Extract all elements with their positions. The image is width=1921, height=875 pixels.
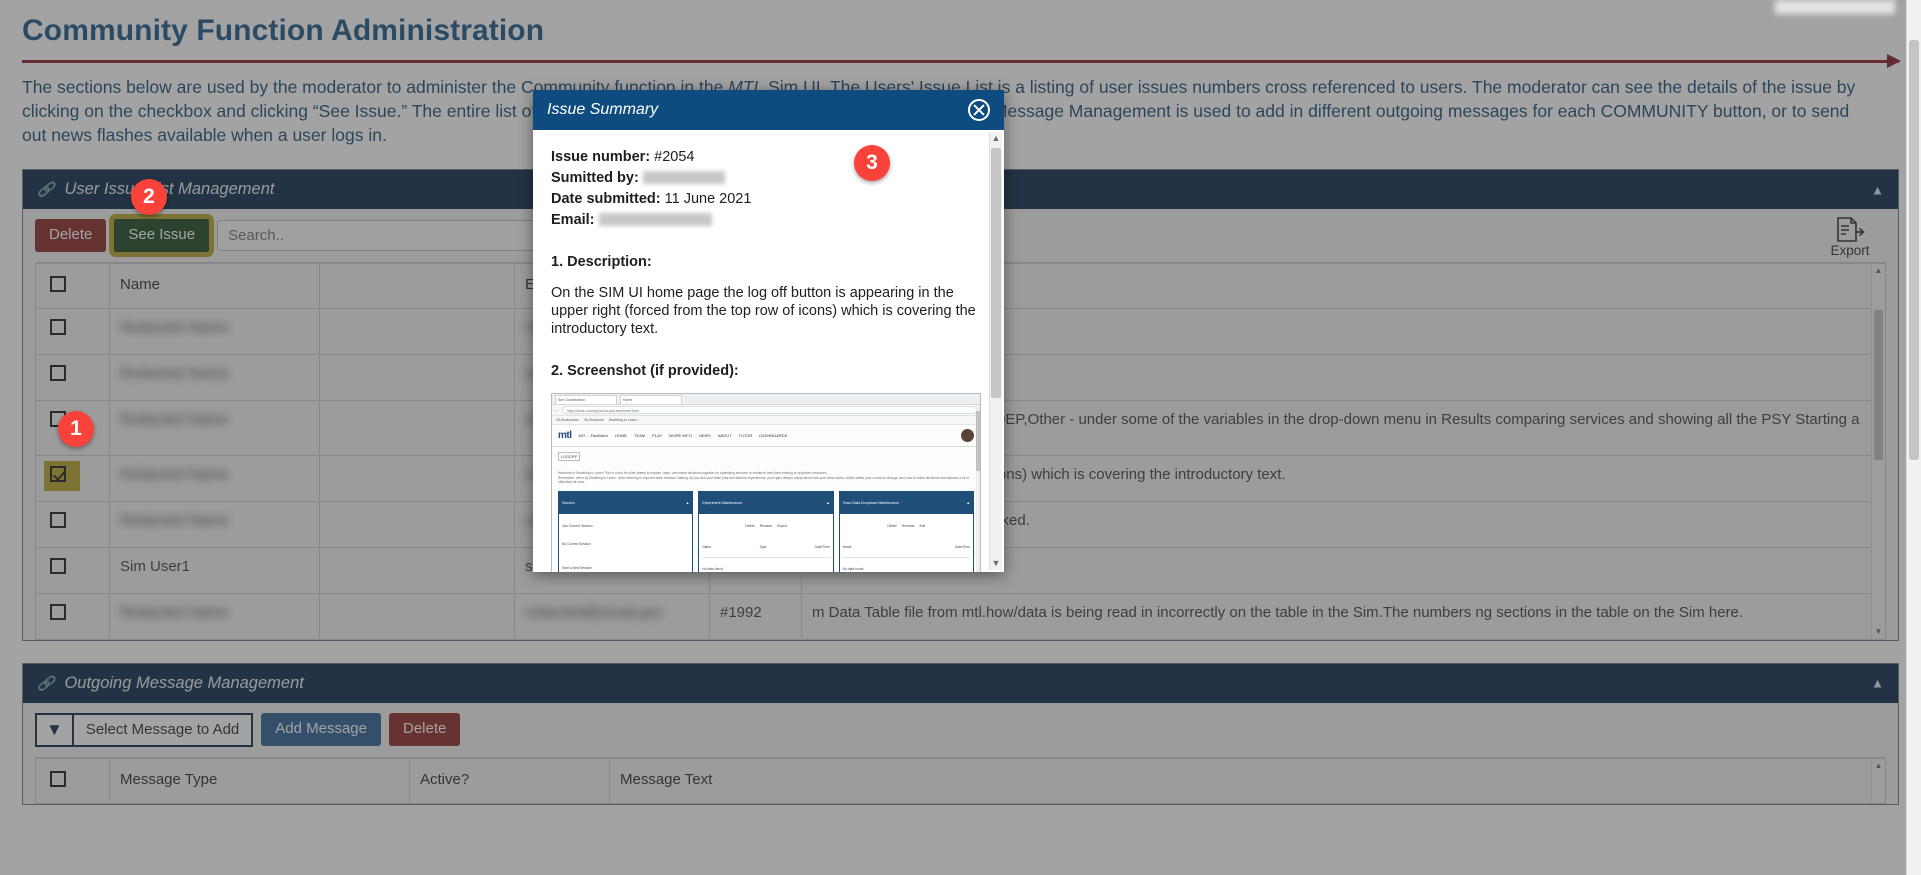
mini-td-action-rename: Rename [901, 523, 915, 528]
mini-tab-1: Sim Coordination [555, 394, 617, 404]
mini-card-experiment-title: Experiment Maintenance [702, 500, 743, 505]
mini-exp-col-type: Type [759, 544, 767, 549]
email-row: Email: [551, 211, 986, 229]
mini-intro-line-2: Remember, when by Modeling to Learn - te… [558, 475, 970, 485]
modal-header: Issue Summary [533, 90, 1004, 130]
issue-number-value: #2054 [654, 149, 695, 165]
callout-3: 3 [854, 145, 890, 181]
scroll-down-icon[interactable]: ▼ [990, 557, 1002, 570]
mini-card-teamdata-title: Team Data Dropdown Maintenance [842, 500, 899, 505]
page-scrollbar[interactable] [1906, 0, 1921, 875]
mini-exp-action-export: Export [777, 523, 787, 528]
mini-session-line-0: Join Current Session [562, 523, 593, 528]
mini-scrollbar [976, 405, 980, 572]
mini-td-col-date: Date/Time [954, 544, 970, 549]
mini-td-col-name: Name [842, 544, 852, 549]
mini-intro-text: Welcome to Modeling to Learn! This is a … [552, 467, 980, 489]
scroll-up-icon[interactable]: ▲ [990, 132, 1002, 145]
mini-nav-dashboards: DASHBOARDS [759, 432, 788, 438]
mini-card-teamdata-collapse-icon: ▲ [966, 500, 970, 505]
mini-nav-tutor: TUTOR [738, 432, 753, 438]
mini-facilitator-label: 657.....Facilitator [578, 432, 609, 438]
mini-card-teamdata: Team Data Dropdown Maintenance ▲ Delete R… [838, 490, 974, 573]
mini-card-experiment-collapse-icon: ▲ [826, 500, 830, 505]
submitted-by-value-redacted [642, 171, 725, 184]
mini-nav-news: NEWS [698, 432, 711, 438]
mini-td-empty: No data found. [842, 566, 865, 571]
submitted-by-row: Sumitted by: [551, 169, 986, 187]
mini-exp-empty: No data found. [702, 566, 724, 571]
mini-exp-col-date: Date/Time [814, 544, 830, 549]
date-submitted-label: Date submitted: [551, 191, 661, 207]
mini-nav-home: HOME [615, 432, 628, 438]
mini-td-action-delete: Delete [887, 523, 897, 528]
mini-browser-tabs: Sim Coordination Home [552, 394, 980, 405]
mini-logoff-button: LOGOFF [558, 452, 581, 461]
date-submitted-row: Date submitted: 11 June 2021 [551, 190, 986, 208]
mini-card-teamdata-body: Delete Rename Add Name Date/Time No data… [840, 514, 973, 573]
mini-app-nav: mtl 657.....Facilitator HOME TEAM PLAY M… [552, 425, 980, 447]
email-value-redacted [598, 213, 712, 226]
page-scroll-thumb[interactable] [1909, 40, 1919, 460]
modal-description-text: On the SIM UI home page the log off butt… [551, 285, 976, 337]
email-label: Email: [551, 212, 595, 228]
submitted-by-label: Sumitted by: [551, 170, 639, 186]
modal-scrollbar[interactable]: ▲ ▼ [989, 132, 1002, 570]
mini-mtl-logo: mtl [558, 429, 572, 441]
modal-scroll-thumb[interactable] [991, 148, 1001, 398]
mini-card-session-collapse-icon: ▲ [685, 500, 690, 505]
mini-nav-more-info: MORE INFO [669, 432, 692, 438]
mini-session-line-2: Start a New Session [562, 565, 592, 570]
mini-nav-play: PLAY [652, 432, 663, 438]
mini-avatar [961, 429, 974, 442]
modal-body: ▲ ▼ Issue number: #2054 Sumitted by: Dat… [533, 130, 1004, 572]
mini-exp-action-rename: Rename [759, 523, 773, 528]
issue-number-row: Issue number: #2054 [551, 148, 986, 166]
mini-card-row: Session ▲ Join Current Session No Current… [552, 489, 980, 573]
modal-section-screenshot-title: 2. Screenshot (if provided): [551, 363, 739, 379]
date-submitted-value: 11 June 2021 [664, 191, 752, 207]
top-right-ghost-text [1775, 0, 1895, 14]
issue-summary-modal: Issue Summary ▲ ▼ Issue number: #2054 Su… [533, 90, 1004, 572]
mini-exp-action-delete: Delete [745, 523, 755, 528]
mini-card-session-title: Session [562, 500, 575, 505]
mini-tab-2: Home [620, 394, 682, 404]
mini-td-action-add: Add [919, 523, 926, 528]
mini-nav-team: TEAM [634, 432, 646, 438]
mini-card-session-body: Join Current Session No Current Session … [559, 514, 692, 573]
mini-session-line-1: No Current Session [562, 541, 591, 546]
mini-card-experiment: Experiment Maintenance ▲ Delete Rename Ex… [698, 490, 834, 573]
issue-screenshot-image: Sim Coordination Home ← https://luna.com… [551, 393, 981, 572]
mini-exp-col-name: Name [702, 544, 712, 549]
mini-card-session: Session ▲ Join Current Session No Current… [558, 490, 694, 573]
close-circle-icon[interactable] [968, 99, 990, 121]
mini-bookmarks-bar: VA Bookmarks VA Shortcuts Modeling to Le… [552, 416, 980, 425]
modal-section-description-title: 1. Description: [551, 254, 652, 270]
modal-title: Issue Summary [547, 101, 659, 118]
issue-number-label: Issue number: [551, 149, 651, 165]
callout-2: 2 [131, 179, 167, 215]
mini-card-experiment-body: Delete Rename Export Name Type Date/Time… [699, 514, 832, 573]
callout-1: 1 [58, 411, 94, 447]
mini-nav-about: ABOUT [717, 432, 732, 438]
